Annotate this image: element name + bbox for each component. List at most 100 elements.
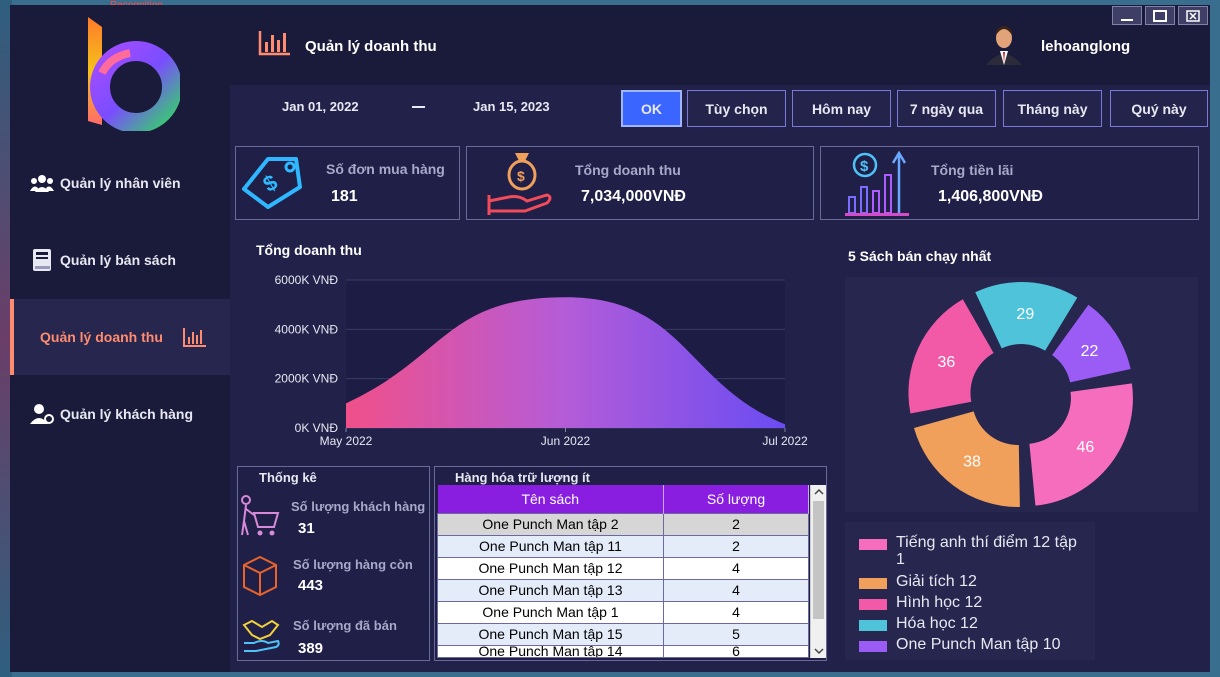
slice-value-label: 22 <box>1081 343 1099 360</box>
sidebar-item-label: Quản lý doanh thu <box>40 329 163 345</box>
cell-qty: 5 <box>663 622 809 646</box>
legend-item[interactable]: Giải tích 12 <box>859 573 1086 590</box>
box-icon <box>243 555 277 597</box>
svg-text:$: $ <box>517 168 525 184</box>
legend-swatch <box>859 539 887 550</box>
scroll-down-icon[interactable] <box>811 644 827 658</box>
low-stock-table: Tên sách Số lượng One Punch Man tập 22 O… <box>437 485 809 658</box>
this-quarter-button[interactable]: Quý này <box>1110 90 1208 127</box>
top-books-legend: Tiếng anh thí điểm 12 tập 1 Giải tích 12 H… <box>845 522 1095 660</box>
cell-name: One Punch Man tập 1 <box>437 600 664 624</box>
slice-value-label: 36 <box>938 354 956 371</box>
table-row[interactable]: One Punch Man tập 14 <box>437 600 809 624</box>
username: lehoanglong <box>1041 38 1131 55</box>
revenue-value: 7,034,000VNĐ <box>581 188 686 205</box>
orders-label: Số đơn mua hàng <box>326 161 445 177</box>
legend-swatch <box>859 620 887 631</box>
legend-item[interactable]: Hình học 12 <box>859 594 1086 611</box>
legend-label: One Punch Man tập 10 <box>896 636 1061 653</box>
x-tick-label: Jul 2022 <box>762 434 808 448</box>
ok-button[interactable]: OK <box>621 90 682 127</box>
y-tick-label: 2000K VNĐ <box>275 372 339 386</box>
profit-label: Tổng tiền lãi <box>931 162 1014 178</box>
legend-swatch <box>859 599 887 610</box>
revenue-label: Tổng doanh thu <box>575 162 681 178</box>
table-row[interactable]: One Punch Man tập 11 2 <box>437 534 809 558</box>
cell-name: One Punch Man tập 13 <box>437 578 664 602</box>
table-row[interactable]: One Punch Man tập 15 5 <box>437 622 809 646</box>
column-header-qty[interactable]: Số lượng <box>663 485 809 513</box>
header: Quản lý doanh thu lehoanglong <box>230 5 1210 85</box>
stats-panel: Thống kê Số lượng khách hàng 31 Số lượng… <box>237 466 430 661</box>
from-date[interactable]: Jan 01, 2022 <box>282 99 359 114</box>
revenue-chart-title: Tổng doanh thu <box>256 242 362 258</box>
minimize-icon <box>1121 18 1133 21</box>
top-books-donut-chart: 29 22 46 38 36 <box>908 282 1133 508</box>
y-tick-label: 4000K VNĐ <box>275 322 339 336</box>
table-row[interactable]: One Punch Man tập 22 <box>437 512 809 536</box>
sidebar-item-books[interactable]: Quản lý bán sách <box>10 222 230 298</box>
low-stock-panel: Hàng hóa trữ lượng ít Tên sách Số lượng … <box>434 466 827 661</box>
bar-chart-icon <box>258 31 290 56</box>
growth-chart-icon: $ <box>845 150 909 216</box>
stats-title: Thống kê <box>259 470 317 485</box>
table-row[interactable]: One Punch Man tập 12 4 <box>437 556 809 580</box>
orders-card: $ Số đơn mua hàng 181 <box>235 146 460 220</box>
sidebar-item-revenue[interactable]: Quản lý doanh thu <box>10 299 230 375</box>
svg-text:$: $ <box>860 158 869 175</box>
x-tick-label: Jun 2022 <box>541 434 591 448</box>
cell-name: One Punch Man tập 11 <box>437 534 664 558</box>
table-scrollbar[interactable] <box>810 485 826 658</box>
y-tick-label: 6000K VNĐ <box>275 273 339 287</box>
customers-count-value: 31 <box>298 520 315 537</box>
close-icon <box>1186 9 1200 22</box>
shopper-cart-icon <box>241 495 280 536</box>
legend-item[interactable]: Tiếng anh thí điểm 12 tập 1 <box>859 534 1086 568</box>
maximize-button[interactable] <box>1145 6 1175 25</box>
users-icon <box>30 171 54 195</box>
sidebar-item-label: Quản lý bán sách <box>60 252 176 268</box>
sidebar-item-customers[interactable]: Quản lý khách hàng <box>10 376 230 452</box>
legend-label: Tiếng anh thí điểm 12 tập 1 <box>896 534 1077 568</box>
sidebar-item-label: Quản lý nhân viên <box>60 175 181 191</box>
minimize-button[interactable] <box>1112 6 1142 25</box>
profit-card: $ Tổng tiền lãi 1,406,800VNĐ <box>820 146 1199 220</box>
custom-range-button[interactable]: Tùy chọn <box>687 90 786 127</box>
this-month-button[interactable]: Tháng này <box>1003 90 1102 127</box>
sold-count-label: Số lượng đã bán <box>293 618 397 633</box>
last-7-days-button[interactable]: 7 ngày qua <box>897 90 996 127</box>
scrollbar-thumb[interactable] <box>813 501 824 619</box>
cell-name: One Punch Man tập 14 <box>437 644 664 658</box>
legend-swatch <box>859 641 887 652</box>
stock-count-value: 443 <box>298 577 324 594</box>
cell-qty: 4 <box>663 556 809 580</box>
legend-item[interactable]: Hóa học 12 <box>859 615 1086 632</box>
cell-qty: 2 <box>663 534 809 558</box>
user-gear-icon <box>30 402 54 426</box>
sidebar-item-label: Quản lý khách hàng <box>60 406 194 422</box>
table-row[interactable]: One Punch Man tập 13 4 <box>437 578 809 602</box>
slice-value-label: 38 <box>963 454 981 471</box>
table-row[interactable]: One Punch Man tập 14 6 <box>437 644 809 658</box>
legend-item[interactable]: One Punch Man tập 10 <box>859 636 1086 653</box>
today-button[interactable]: Hôm nay <box>792 90 891 127</box>
column-header-name[interactable]: Tên sách <box>437 485 664 513</box>
sidebar: Quản lý nhân viên Quản lý bán sách Quản … <box>10 5 230 672</box>
cell-name: One Punch Man tập 12 <box>437 556 664 580</box>
profit-value: 1,406,800VNĐ <box>938 188 1043 205</box>
date-separator <box>412 106 425 108</box>
to-date[interactable]: Jan 15, 2023 <box>473 99 550 114</box>
close-button[interactable] <box>1178 6 1208 25</box>
page-title: Quản lý doanh thu <box>305 38 437 55</box>
legend-label: Hóa học 12 <box>896 615 978 632</box>
avatar[interactable] <box>982 21 1026 65</box>
customers-count-label: Số lượng khách hàng <box>291 499 426 514</box>
cell-qty: 2 <box>663 512 809 536</box>
sidebar-item-employees[interactable]: Quản lý nhân viên <box>10 145 230 221</box>
cell-name: One Punch Man tập 2 <box>437 512 664 536</box>
money-bag-hand-icon: $ <box>487 153 552 215</box>
y-tick-label: 0K VNĐ <box>295 421 339 435</box>
scroll-up-icon[interactable] <box>811 485 827 499</box>
svg-text:$: $ <box>259 169 282 197</box>
x-tick-label: May 2022 <box>320 434 373 448</box>
